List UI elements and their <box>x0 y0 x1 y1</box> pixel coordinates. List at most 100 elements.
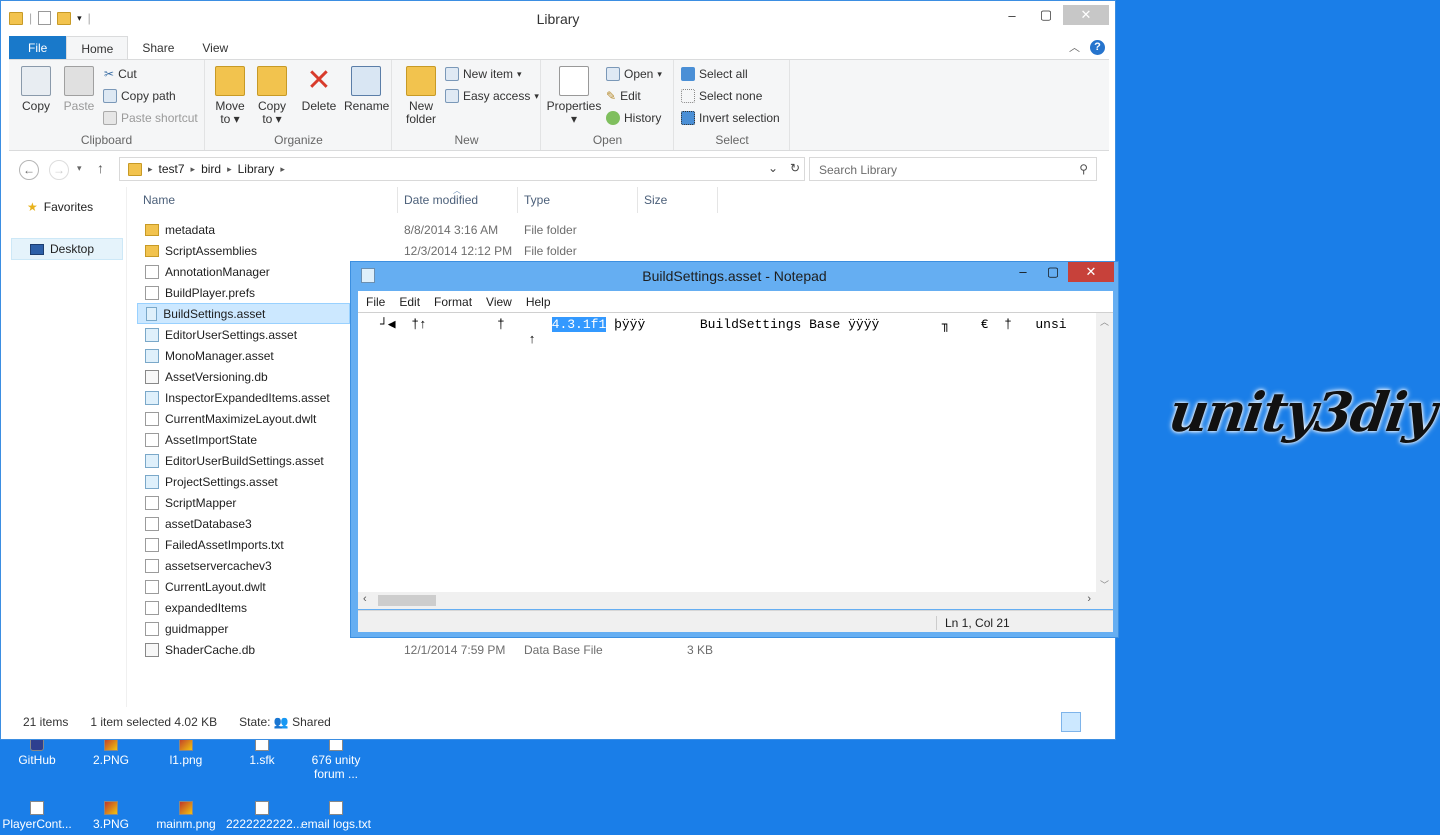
open-group: Properties ▾ Open ▾ ✎ Edit History Open <box>542 60 674 150</box>
scroll-left-icon[interactable]: ‹ <box>363 593 367 605</box>
shared-users-icon: 👥 <box>273 715 289 729</box>
desktop-icon-github[interactable]: GitHub <box>1 737 73 767</box>
address-bar[interactable]: ▸ test7 ▸ bird ▸ Library ▸ ⌄ ↻ <box>119 157 805 181</box>
item-count: 21 items <box>23 715 69 729</box>
desktop-icon-playercont[interactable]: PlayerCont... <box>1 801 73 831</box>
folder-icon <box>145 244 159 257</box>
tab-file[interactable]: File <box>9 36 67 60</box>
column-size[interactable]: Size <box>644 193 667 207</box>
collapse-ribbon-icon[interactable]: ︿ <box>1069 39 1080 55</box>
select-none-button[interactable]: Select none <box>681 86 762 106</box>
desktop-icon-2png[interactable]: 2.PNG <box>75 737 147 767</box>
column-type[interactable]: Type <box>524 193 550 207</box>
vertical-scrollbar[interactable]: ︿ ﹀ <box>1096 313 1113 593</box>
rename-button[interactable]: Rename <box>344 66 389 113</box>
properties-button[interactable]: Properties ▾ <box>546 66 602 126</box>
file-row[interactable]: metadata 8/8/2014 3:16 AM File folder <box>137 219 737 240</box>
minimize-button[interactable]: – <box>995 5 1029 25</box>
select-all-icon <box>681 67 695 81</box>
scroll-down-icon[interactable]: ﹀ <box>1100 578 1109 591</box>
breadcrumb-bird[interactable]: bird <box>201 162 221 176</box>
file-row[interactable]: ScriptAssemblies 12/3/2014 12:12 PM File f… <box>137 240 737 261</box>
nav-desktop[interactable]: Desktop <box>11 238 123 260</box>
help-icon[interactable]: ? <box>1090 39 1105 55</box>
copy-icon <box>21 66 51 96</box>
menu-help[interactable]: Help <box>526 295 551 309</box>
window-title: Library <box>536 11 580 27</box>
notepad-close-button[interactable]: ✕ <box>1068 262 1114 282</box>
easy-access-button[interactable]: Easy access ▾ <box>445 86 539 106</box>
desktop-icon-676-unity[interactable]: 676 unity forum ... <box>300 737 372 781</box>
open-button[interactable]: Open ▾ <box>606 64 662 84</box>
paste-button[interactable]: Paste <box>59 66 99 113</box>
desktop-icon-email-logs[interactable]: email logs.txt <box>300 801 372 831</box>
menu-format[interactable]: Format <box>434 295 472 309</box>
desktop-icon-mainm[interactable]: mainm.png <box>150 801 222 831</box>
file-row[interactable]: ShaderCache.db 12/1/2014 7:59 PM Data Base… <box>137 639 737 660</box>
copy-to-button[interactable]: Copy to ▾ <box>254 66 290 126</box>
selected-text: 4.3.1f1 <box>551 317 607 332</box>
file-row[interactable]: BuildSettings.asset <box>137 303 350 324</box>
tab-home[interactable]: Home <box>66 36 129 60</box>
menu-edit[interactable]: Edit <box>399 295 420 309</box>
window-controls: – ▢ ✕ <box>995 5 1109 25</box>
up-button[interactable]: ↑ <box>97 160 104 176</box>
cut-button[interactable]: ✂ Cut <box>104 64 137 84</box>
history-button[interactable]: History <box>606 108 661 128</box>
clipboard-group: Copy Paste ✂ Cut Copy path Paste shortcut… <box>9 60 205 150</box>
ribbon-tabs: File Home Share View <box>9 36 242 60</box>
copy-button[interactable]: Copy <box>17 66 55 113</box>
status-bar: 21 items 1 item selected 4.02 KB State: … <box>9 711 1109 733</box>
navigation-bar: ← → ▾ ↑ ▸ test7 ▸ bird ▸ Library ▸ ⌄ ↻ S… <box>9 151 1109 187</box>
recent-locations-dropdown[interactable]: ▾ <box>77 163 82 174</box>
back-button[interactable]: ← <box>19 160 39 180</box>
open-group-label: Open <box>592 133 623 147</box>
file-size: 3 KB <box>687 642 714 657</box>
close-button[interactable]: ✕ <box>1063 5 1109 25</box>
breadcrumb-test7[interactable]: test7 <box>159 162 185 176</box>
edit-button[interactable]: ✎ Edit <box>606 86 641 106</box>
notepad-text-area[interactable]: ┘◀ †↑ † 4.3.1f1 þÿÿÿ BuildSettings Base … <box>358 312 1113 609</box>
delete-button[interactable]: ✕ Delete <box>300 66 338 113</box>
horizontal-scrollbar[interactable]: ‹ › <box>358 592 1113 609</box>
selection-info: 1 item selected 4.02 KB <box>90 715 218 729</box>
file-type: File folder <box>524 222 577 237</box>
search-input[interactable]: Search Library ⚲ <box>809 157 1097 181</box>
notepad-maximize-button[interactable]: ▢ <box>1038 262 1068 282</box>
chevron-right-icon: ▸ <box>190 163 196 174</box>
column-name[interactable]: Name <box>143 193 175 207</box>
forward-button[interactable]: → <box>49 160 69 180</box>
new-item-button[interactable]: New item ▾ <box>445 64 522 84</box>
desktop-icon-l1png[interactable]: l1.png <box>150 737 222 767</box>
paste-shortcut-button[interactable]: Paste shortcut <box>103 108 198 128</box>
move-to-button[interactable]: Move to ▾ <box>212 66 248 126</box>
breadcrumb-library[interactable]: Library <box>238 162 275 176</box>
file-icon <box>146 306 158 321</box>
scroll-right-icon[interactable]: › <box>1087 593 1091 605</box>
address-dropdown-icon[interactable]: ⌄ <box>768 161 778 175</box>
refresh-icon[interactable]: ↻ <box>790 161 800 175</box>
menu-view[interactable]: View <box>486 295 512 309</box>
details-view-button[interactable] <box>1061 712 1081 732</box>
large-icons-view-button[interactable] <box>1085 712 1105 732</box>
nav-favorites[interactable]: ★ Favorites <box>9 196 121 218</box>
desktop-icon-2222[interactable]: 2222222222... <box>226 801 303 831</box>
column-date-modified[interactable]: Date modified <box>404 193 478 207</box>
tab-view[interactable]: View <box>188 36 242 60</box>
horizontal-scroll-thumb[interactable] <box>378 595 436 606</box>
desktop-icon-sfk[interactable]: 1.sfk <box>226 737 298 767</box>
file-icon <box>145 285 159 300</box>
select-all-button[interactable]: Select all <box>681 64 748 84</box>
invert-selection-button[interactable]: Invert selection <box>681 108 780 128</box>
tab-share[interactable]: Share <box>128 36 188 60</box>
scroll-up-icon[interactable]: ︿ <box>1100 315 1109 328</box>
menu-file[interactable]: File <box>366 295 385 309</box>
desktop-icon-3png[interactable]: 3.PNG <box>75 801 147 831</box>
new-folder-button[interactable]: New folder <box>401 66 441 126</box>
file-type: Data Base File <box>524 642 603 657</box>
notepad-minimize-button[interactable]: – <box>1008 262 1038 282</box>
maximize-button[interactable]: ▢ <box>1029 5 1063 25</box>
desktop-icon <box>30 243 44 255</box>
notepad-content[interactable]: ┘◀ †↑ † 4.3.1f1 þÿÿÿ BuildSettings Base … <box>380 317 1067 347</box>
copy-path-button[interactable]: Copy path <box>103 86 176 106</box>
